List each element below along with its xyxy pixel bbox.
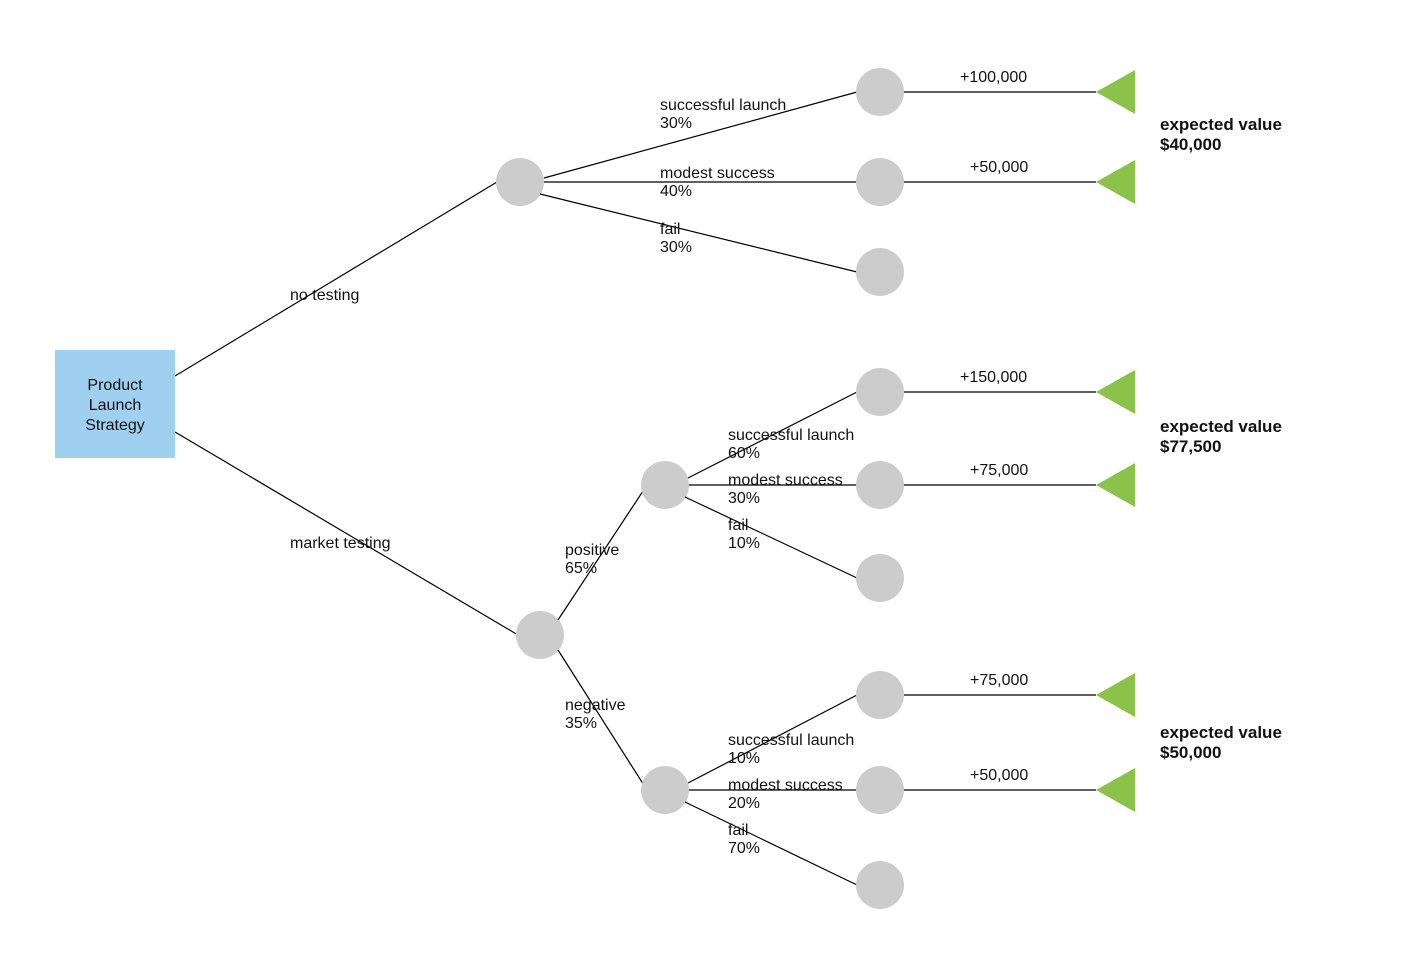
root-label-line3: Strategy [85, 417, 145, 434]
terminal-nt-modest [1096, 160, 1135, 204]
terminal-pos-modest [1096, 463, 1135, 507]
terminal-neg-modest [1096, 768, 1135, 812]
edge-pos-fail [685, 497, 857, 578]
ev-value-neg: $50,000 [1160, 743, 1221, 762]
label-neg-success: successful launch [728, 732, 854, 749]
label-pos-fail: fail [728, 517, 748, 534]
chance-node-nt-modest [856, 158, 904, 206]
label-no-testing: no testing [290, 287, 359, 304]
chance-node-pos-fail [856, 554, 904, 602]
chance-node-neg-fail [856, 861, 904, 909]
pct-pos-success: 60% [728, 445, 760, 462]
edge-root-market-testing [175, 432, 518, 635]
edge-root-no-testing [175, 182, 497, 376]
root-label-line1: Product [87, 377, 143, 394]
terminal-neg-success [1096, 673, 1135, 717]
chance-node-nt-fail [856, 248, 904, 296]
label-nt-modest: modest success [660, 165, 775, 182]
chance-node-pos-success [856, 368, 904, 416]
chance-node-neg-modest [856, 766, 904, 814]
pct-pos-fail: 10% [728, 535, 760, 552]
chance-node-negative [641, 766, 689, 814]
pct-nt-modest: 40% [660, 183, 692, 200]
chance-node-market-testing [516, 611, 564, 659]
label-negative: negative [565, 697, 626, 714]
label-nt-success: successful launch [660, 97, 786, 114]
payoff-nt-modest: +50,000 [970, 159, 1028, 176]
label-positive: positive [565, 542, 619, 559]
label-neg-modest: modest success [728, 777, 843, 794]
payoff-pos-success: +150,000 [960, 369, 1027, 386]
ev-label-nt: expected value [1160, 115, 1282, 134]
label-nt-fail: fail [660, 221, 680, 238]
pct-nt-success: 30% [660, 115, 692, 132]
chance-node-positive [641, 461, 689, 509]
label-neg-fail: fail [728, 822, 748, 839]
pct-neg-modest: 20% [728, 795, 760, 812]
chance-node-nt-success [856, 68, 904, 116]
terminal-pos-success [1096, 370, 1135, 414]
payoff-neg-success: +75,000 [970, 672, 1028, 689]
ev-value-nt: $40,000 [1160, 135, 1221, 154]
label-market-testing: market testing [290, 535, 390, 552]
chance-node-pos-modest [856, 461, 904, 509]
ev-value-pos: $77,500 [1160, 437, 1221, 456]
edge-neg-fail [685, 802, 857, 885]
chance-node-neg-success [856, 671, 904, 719]
label-pos-modest: modest success [728, 472, 843, 489]
decision-tree-diagram: Product Launch Strategy no testing marke… [0, 0, 1428, 970]
pct-nt-fail: 30% [660, 239, 692, 256]
payoff-pos-modest: +75,000 [970, 462, 1028, 479]
label-pos-success: successful launch [728, 427, 854, 444]
ev-label-pos: expected value [1160, 417, 1282, 436]
ev-label-neg: expected value [1160, 723, 1282, 742]
payoff-nt-success: +100,000 [960, 69, 1027, 86]
terminal-nt-success [1096, 70, 1135, 114]
payoff-neg-modest: +50,000 [970, 767, 1028, 784]
pct-neg-fail: 70% [728, 840, 760, 857]
edge-nt-fail [540, 194, 857, 272]
pct-negative: 35% [565, 715, 597, 732]
pct-pos-modest: 30% [728, 490, 760, 507]
pct-positive: 65% [565, 560, 597, 577]
chance-node-no-testing [496, 158, 544, 206]
pct-neg-success: 10% [728, 750, 760, 767]
root-label-line2: Launch [89, 397, 142, 414]
